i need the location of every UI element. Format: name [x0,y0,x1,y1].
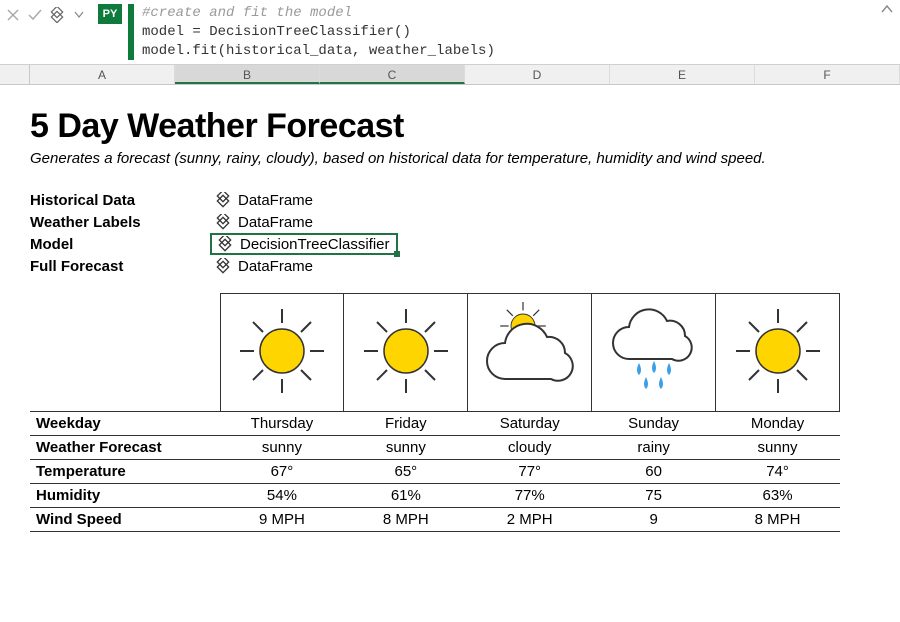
forecast-humidity-cell[interactable]: 77% [468,484,592,508]
summary-label: Weather Labels [30,214,210,231]
dataframe-icon [216,258,232,274]
row-label: Weekday [30,412,220,436]
forecast-icon-cell [592,294,716,412]
forecast-icon-row [30,294,840,412]
forecast-weather-cell[interactable]: cloudy [468,436,592,460]
forecast-table: WeekdayThursdayFridaySaturdaySundayMonda… [30,293,840,532]
forecast-weather-cell[interactable]: sunny [344,436,468,460]
sunny-icon [227,301,337,401]
forecast-humidity-row: Humidity54%61%77%7563% [30,484,840,508]
forecast-temperature-cell[interactable]: 65° [344,460,468,484]
col-header-f[interactable]: F [755,65,900,84]
summary-value-cell[interactable]: DataFrame [210,214,319,231]
summary-row[interactable]: Historical Data DataFrame [30,189,870,211]
page-title: 5 Day Weather Forecast [30,107,870,146]
summary-value-cell[interactable]: DecisionTreeClassifier [210,233,398,255]
forecast-wind-cell[interactable]: 2 MPH [468,508,592,532]
forecast-weekday-cell[interactable]: Friday [344,412,468,436]
forecast-temperature-cell[interactable]: 67° [220,460,344,484]
summary-label: Full Forecast [30,258,210,275]
forecast-humidity-cell[interactable]: 63% [716,484,840,508]
python-stripe [128,4,134,60]
rainy-icon [599,301,709,401]
code-line-2: model = DecisionTreeClassifier() [142,24,411,40]
col-header-e[interactable]: E [610,65,755,84]
dropdown-icon[interactable] [70,6,88,24]
forecast-weekday-cell[interactable]: Saturday [468,412,592,436]
summary-label: Model [30,236,210,253]
col-header-d[interactable]: D [465,65,610,84]
summary-value: DataFrame [238,214,313,231]
row-label: Wind Speed [30,508,220,532]
code-editor[interactable]: #create and fit the model model = Decisi… [142,2,878,61]
forecast-weekday-cell[interactable]: Monday [716,412,840,436]
dataframe-icon [218,236,234,252]
row-label: Humidity [30,484,220,508]
forecast-weekday-cell[interactable]: Sunday [592,412,716,436]
page-subtitle: Generates a forecast (sunny, rainy, clou… [30,150,870,167]
forecast-wind-cell[interactable]: 9 [592,508,716,532]
row-label: Temperature [30,460,220,484]
collapse-formula-bar-icon[interactable] [878,2,896,14]
forecast-wind-cell[interactable]: 9 MPH [220,508,344,532]
formula-bar: PY #create and fit the model model = Dec… [0,0,900,65]
confirm-icon[interactable] [26,6,44,24]
forecast-wind-cell[interactable]: 8 MPH [716,508,840,532]
forecast-weekday-cell[interactable]: Thursday [220,412,344,436]
forecast-weather-cell[interactable]: sunny [716,436,840,460]
forecast-icon-cell [220,294,344,412]
empty-cell [30,294,220,412]
forecast-humidity-cell[interactable]: 54% [220,484,344,508]
col-header-c[interactable]: C [320,65,465,84]
summary-value-cell[interactable]: DataFrame [210,258,319,275]
forecast-icon-cell [344,294,468,412]
cancel-icon[interactable] [4,6,22,24]
forecast-weekday-row: WeekdayThursdayFridaySaturdaySundayMonda… [30,412,840,436]
row-gutter[interactable] [0,65,30,84]
column-headers: A B C D E F [0,65,900,85]
forecast-temperature-cell[interactable]: 60 [592,460,716,484]
summary-value-cell[interactable]: DataFrame [210,192,319,209]
forecast-temperature-cell[interactable]: 77° [468,460,592,484]
code-line-3: model.fit(historical_data, weather_label… [142,43,495,59]
summary-row[interactable]: Weather Labels DataFrame [30,211,870,233]
summary-row[interactable]: Model DecisionTreeClassifier [30,233,870,255]
summary-value: DataFrame [238,258,313,275]
forecast-wind-cell[interactable]: 8 MPH [344,508,468,532]
summary-label: Historical Data [30,192,210,209]
forecast-temperature-row: Temperature67°65°77°6074° [30,460,840,484]
forecast-icon-cell [468,294,592,412]
code-line-1: #create and fit the model [142,5,352,21]
forecast-humidity-cell[interactable]: 75 [592,484,716,508]
sunny-icon [723,301,833,401]
summary-value: DataFrame [238,192,313,209]
sunny-icon [351,301,461,401]
col-header-a[interactable]: A [30,65,175,84]
cloudy-icon [475,301,585,401]
forecast-temperature-cell[interactable]: 74° [716,460,840,484]
data-type-icon[interactable] [48,6,66,24]
dataframe-icon [216,214,232,230]
formula-bar-controls [4,2,88,24]
dataframe-icon [216,192,232,208]
forecast-weather-cell[interactable]: rainy [592,436,716,460]
summary-value: DecisionTreeClassifier [240,236,390,253]
row-label: Weather Forecast [30,436,220,460]
python-badge: PY [98,4,122,24]
forecast-weather-row: Weather Forecastsunnysunnycloudyrainysun… [30,436,840,460]
forecast-wind-row: Wind Speed9 MPH8 MPH2 MPH98 MPH [30,508,840,532]
forecast-weather-cell[interactable]: sunny [220,436,344,460]
forecast-icon-cell [716,294,840,412]
col-header-b[interactable]: B [175,65,320,84]
sheet-body: 5 Day Weather Forecast Generates a forec… [0,85,900,552]
summary-row[interactable]: Full Forecast DataFrame [30,255,870,277]
forecast-humidity-cell[interactable]: 61% [344,484,468,508]
